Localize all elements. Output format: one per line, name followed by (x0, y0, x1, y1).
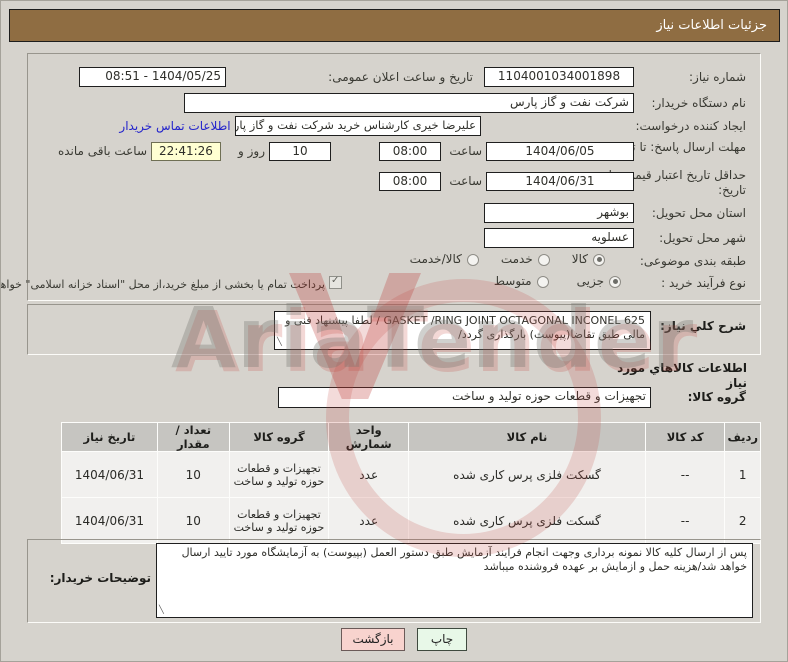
buyer-contact-link[interactable]: اطلاعات تماس خریدار (116, 119, 234, 133)
goods-group-field[interactable]: تجهیزات و قطعات حوزه تولید و ساخت (278, 387, 651, 408)
announce-datetime-label: تاریخ و ساعت اعلان عمومی: (328, 70, 473, 84)
cell-unit: عدد (328, 451, 410, 498)
radio-goods[interactable] (593, 253, 605, 266)
subject-class-options: کالا خدمت کالا/خدمت (353, 252, 605, 267)
back-button[interactable]: بازگشت (341, 628, 405, 651)
reply-deadline-hour-field[interactable]: 08:00 (379, 142, 441, 161)
reply-deadline-hour-label: ساعت (449, 144, 482, 158)
radio-minor[interactable] (609, 275, 621, 288)
delivery-city-field[interactable]: عسلویه (484, 228, 634, 248)
need-details-page: جزئیات اطلاعات نیاز شماره نیاز: 11040010… (0, 0, 788, 662)
request-creator-label: ایجاد کننده درخواست: (635, 119, 746, 133)
radio-service-label: خدمت (500, 252, 533, 266)
price-validity-hour-label: ساعت (449, 174, 482, 188)
resize-grip-icon: ╲ (277, 337, 282, 346)
need-description-text: GASKET /RING JOINT OCTAGONAL INCONEL 625… (285, 314, 645, 341)
col-item-code: کد کالا (644, 422, 726, 452)
col-quantity: تعداد / مقدار (156, 422, 230, 452)
buyer-notes-label: توضیحات خریدار: (49, 571, 151, 585)
radio-minor-label: جزیی (576, 274, 604, 288)
radio-goods-label: کالا (571, 252, 588, 266)
radio-medium-label: متوسط (493, 274, 532, 288)
col-item-name: نام کالا (408, 422, 646, 452)
process-type-options: جزیی متوسط (449, 274, 621, 289)
cell-quantity: 10 (156, 497, 230, 544)
col-need-date: تاریخ نیاز (61, 422, 158, 452)
subject-class-label: طبقه بندی موضوعی: (639, 254, 746, 268)
goods-table-header-row: ردیف کد کالا نام کالا واحد شمارش گروه کا… (61, 422, 761, 452)
need-number-label: شماره نیاز: (689, 70, 746, 84)
buyer-notes-field[interactable]: پس از ارسال کلیه کالا نمونه برداری وجهت … (156, 543, 753, 618)
print-button[interactable]: چاپ (417, 628, 467, 651)
cell-item-code: -- (644, 497, 726, 544)
col-row-index: ردیف (724, 422, 761, 452)
buyer-org-label: نام دستگاه خریدار: (651, 96, 747, 110)
cell-row-index: 1 (724, 451, 761, 498)
table-row: 2 -- گسکت فلزی پرس کاری شده عدد تجهیزات … (61, 497, 761, 544)
goods-group-label: گروه کالا: (687, 390, 746, 404)
reply-deadline-date-field[interactable]: 1404/06/05 (486, 142, 634, 161)
radio-goods-service[interactable] (466, 253, 479, 266)
treasury-checkbox checkbox-checked-icon[interactable] (329, 275, 342, 289)
buyer-org-field[interactable]: شرکت نفت و گاز پارس (184, 93, 634, 113)
cell-item-code: -- (644, 451, 726, 498)
cell-group: تجهیزات و قطعات حوزه تولید و ساخت (228, 451, 330, 498)
cell-item-name: گسکت فلزی پرس کاری شده (408, 451, 646, 498)
radio-medium[interactable] (536, 275, 549, 288)
cell-unit: عدد (328, 497, 410, 544)
countdown-timer: 22:41:26 (151, 142, 221, 161)
cell-group: تجهیزات و قطعات حوزه تولید و ساخت (228, 497, 330, 544)
delivery-province-field[interactable]: بوشهر (484, 203, 634, 223)
days-suffix-label: روز و (238, 144, 265, 158)
process-type-label: نوع فرآیند خرید : (661, 276, 746, 290)
request-creator-field[interactable]: علیرضا خیری کارشناس خرید شرکت نفت و گاز … (235, 116, 481, 136)
goods-table: ردیف کد کالا نام کالا واحد شمارش گروه کا… (61, 422, 761, 544)
treasury-note: پرداخت تمام یا بخشی از مبلغ خرید،از محل … (0, 278, 325, 291)
cell-item-name: گسکت فلزی پرس کاری شده (408, 497, 646, 544)
announce-datetime-field[interactable]: 1404/05/25 - 08:51 (79, 67, 226, 87)
table-row: 1 -- گسکت فلزی پرس کاری شده عدد تجهیزات … (61, 451, 761, 498)
cell-need-date: 1404/06/31 (61, 451, 158, 498)
cell-need-date: 1404/06/31 (61, 497, 158, 544)
buyer-notes-text: پس از ارسال کلیه کالا نمونه برداری وجهت … (181, 546, 747, 573)
price-validity-hour-field[interactable]: 08:00 (379, 172, 441, 191)
price-validity-date-field[interactable]: 1404/06/31 (486, 172, 634, 191)
remaining-days-field[interactable]: 10 (269, 142, 331, 161)
cell-quantity: 10 (156, 451, 230, 498)
need-description-field[interactable]: GASKET /RING JOINT OCTAGONAL INCONEL 625… (274, 311, 651, 350)
resize-grip-icon: ╲ (159, 605, 164, 614)
page-title: جزئیات اطلاعات نیاز (9, 9, 780, 42)
need-description-label: شرح کلي نیاز: (660, 319, 746, 333)
radio-service[interactable] (537, 253, 550, 266)
radio-goods-service-label: کالا/خدمت (409, 252, 462, 266)
col-unit: واحد شمارش (328, 422, 410, 452)
countdown-suffix-label: ساعت باقی مانده (57, 144, 147, 158)
need-number-field[interactable]: 1104001034001898 (484, 67, 634, 87)
cell-row-index: 2 (724, 497, 761, 544)
col-group: گروه کالا (228, 422, 330, 452)
